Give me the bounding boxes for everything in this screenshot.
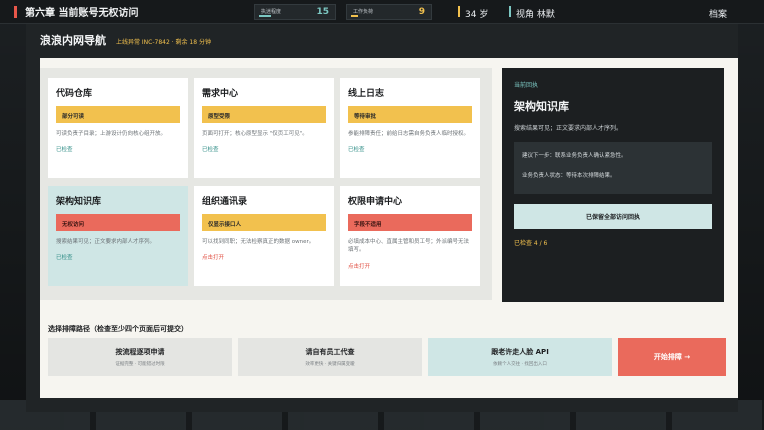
start-troubleshoot-button[interactable]: 开始排障 → [618, 338, 726, 376]
card-title: 需求中心 [202, 89, 239, 99]
stat-label: 执迷程度 [261, 9, 282, 15]
age-readout: 34 岁 [465, 10, 489, 20]
receipt-title: 架构知识库 [514, 100, 569, 113]
card-status: 已检查 [56, 255, 73, 262]
card-code-repo[interactable]: 代码仓库 部分可读 可读负责子目录；上游设计仍向核心组开放。 已检查 [48, 78, 188, 178]
stat-value: 9 [418, 7, 425, 17]
portal-grid: 代码仓库 部分可读 可读负责子目录；上游设计仍向核心组开放。 已检查 需求中心 … [40, 68, 492, 300]
receipt-label: 当前回执 [514, 82, 539, 89]
archive-button[interactable]: 档案 [709, 7, 727, 20]
start-label: 开始排障 → [653, 353, 691, 361]
receipt-panel: 当前回执 架构知识库 搜索结果可见；正文要求内部人才序列。 建议下一步：联系业务… [502, 68, 724, 302]
card-status: 已检查 [348, 147, 365, 154]
route-name: 请自有员工代查 [305, 348, 355, 356]
card-online-logs[interactable]: 线上日志 等待审批 参能排障责任；前给日志需自务负责人临时授权。 已检查 [340, 78, 480, 178]
content-area: 代码仓库 部分可读 可读负责子目录；上游设计仍向核心组开放。 已检查 需求中心 … [40, 58, 738, 398]
card-description: 搜索结果可见；正文要求内部人才序列。 [56, 239, 156, 245]
card-tag: 等待审批 [348, 106, 472, 123]
receipt-note: 业务负责人状态：等待本次排障结果。 [522, 173, 616, 179]
route-follow-process[interactable]: 按流程逐项申请 证据完整 · 可能错过时限 [48, 338, 232, 376]
card-status: 点击打开 [202, 255, 225, 262]
intranet-window: 浪浪内网导航 上线异常 INC-7842 · 剩余 18 分钟 代码仓库 部分可… [26, 24, 738, 412]
card-description: 必填成本中心、直属主管和员工号；外派编号无法填写。 [348, 239, 470, 254]
card-org-directory[interactable]: 组织通讯录 仅显示接口人 可以找到同职；无法检察真正的数据 owner。 点击打… [194, 186, 334, 286]
card-title: 代码仓库 [56, 89, 93, 99]
perspective-readout: 视角 林默 [516, 10, 555, 20]
card-title: 线上日志 [348, 89, 385, 99]
card-description: 参能排障责任；前给日志需自务负责人临时授权。 [348, 131, 470, 137]
view-marker [509, 6, 511, 17]
card-permission-center[interactable]: 权限申请中心 字段不适用 必填成本中心、直属主管和员工号；外派编号无法填写。 点… [340, 186, 480, 286]
card-status: 已检查 [202, 147, 219, 154]
window-header: 浪浪内网导航 上线异常 INC-7842 · 剩余 18 分钟 [40, 32, 211, 48]
stat-bar [259, 15, 271, 17]
route-subtitle: 效率更快 · 关键归属变暧 [305, 362, 355, 367]
route-name: 跟老许走人脸 API [491, 348, 549, 356]
card-status: 已检查 [56, 147, 73, 154]
stat-label: 工作负荷 [353, 9, 374, 15]
card-architecture-kb[interactable]: 架构知识库 无权访问 搜索结果可见；正文要求内部人才序列。 已检查 [48, 186, 188, 286]
route-face-api[interactable]: 跟老许走人脸 API 依赖个人交往 · 找回出入口 [428, 338, 612, 376]
route-subtitle: 证据完整 · 可能错过时限 [115, 362, 165, 367]
card-tag: 字段不适用 [348, 214, 472, 231]
troubleshoot-path-section: 选择排障路径（检查至少四个页面后可提交） 按流程逐项申请 证据完整 · 可能错过… [40, 314, 738, 398]
route-subtitle: 依赖个人交往 · 找回出入口 [493, 362, 547, 367]
card-title: 组织通讯录 [202, 197, 248, 207]
chapter-title: 第六章 当前账号无权访问 [25, 8, 139, 19]
route-ask-employee[interactable]: 请自有员工代查 效率更快 · 关键归属变暧 [238, 338, 422, 376]
card-requirements[interactable]: 需求中心 原型受限 页面可打开；核心原型显示 "仅页工可见"。 已检查 [194, 78, 334, 178]
receipt-note: 建议下一步：联系业务负责人确认紧急性。 [522, 153, 627, 159]
stat-bar [351, 15, 358, 17]
window-title: 浪浪内网导航 [40, 34, 106, 47]
stat-value: 15 [316, 7, 329, 17]
card-tag: 部分可读 [56, 106, 180, 123]
receipt-text: 搜索结果可见；正文要求内部人才序列。 [514, 125, 623, 132]
card-tag: 原型受限 [202, 106, 326, 123]
route-name: 按流程逐项申请 [115, 348, 165, 356]
receipt-notes: 建议下一步：联系业务负责人确认紧急性。 业务负责人状态：等待本次排障结果。 [514, 142, 712, 194]
chapter-marker [14, 5, 17, 18]
card-description: 页面可打开；核心原型显示 "仅页工可见"。 [202, 131, 308, 137]
path-section-title: 选择排障路径（检查至少四个页面后可提交） [48, 325, 188, 333]
card-status: 点击打开 [348, 263, 371, 270]
age-marker [458, 6, 460, 17]
card-description: 可以找到同职；无法检察真正的数据 owner。 [202, 239, 315, 245]
stat-workload: 工作负荷 9 [346, 4, 432, 20]
card-title: 架构知识库 [56, 197, 102, 207]
stat-obsession: 执迷程度 15 [254, 4, 336, 20]
card-title: 权限申请中心 [348, 197, 403, 207]
hud-bar: 第六章 当前账号无权访问 执迷程度 15 工作负荷 9 34 岁 视角 林默 档… [0, 0, 764, 24]
card-description: 可读负责子目录；上游设计仍向核心组开放。 [56, 131, 167, 137]
save-receipts-button[interactable]: 已保留全部访问回执 [514, 204, 712, 229]
checked-count: 已检查 4 / 6 [514, 240, 548, 247]
incident-subtitle: 上线异常 INC-7842 · 剩余 18 分钟 [116, 39, 211, 46]
card-tag: 仅显示接口人 [202, 214, 326, 231]
card-tag: 无权访问 [56, 214, 180, 231]
